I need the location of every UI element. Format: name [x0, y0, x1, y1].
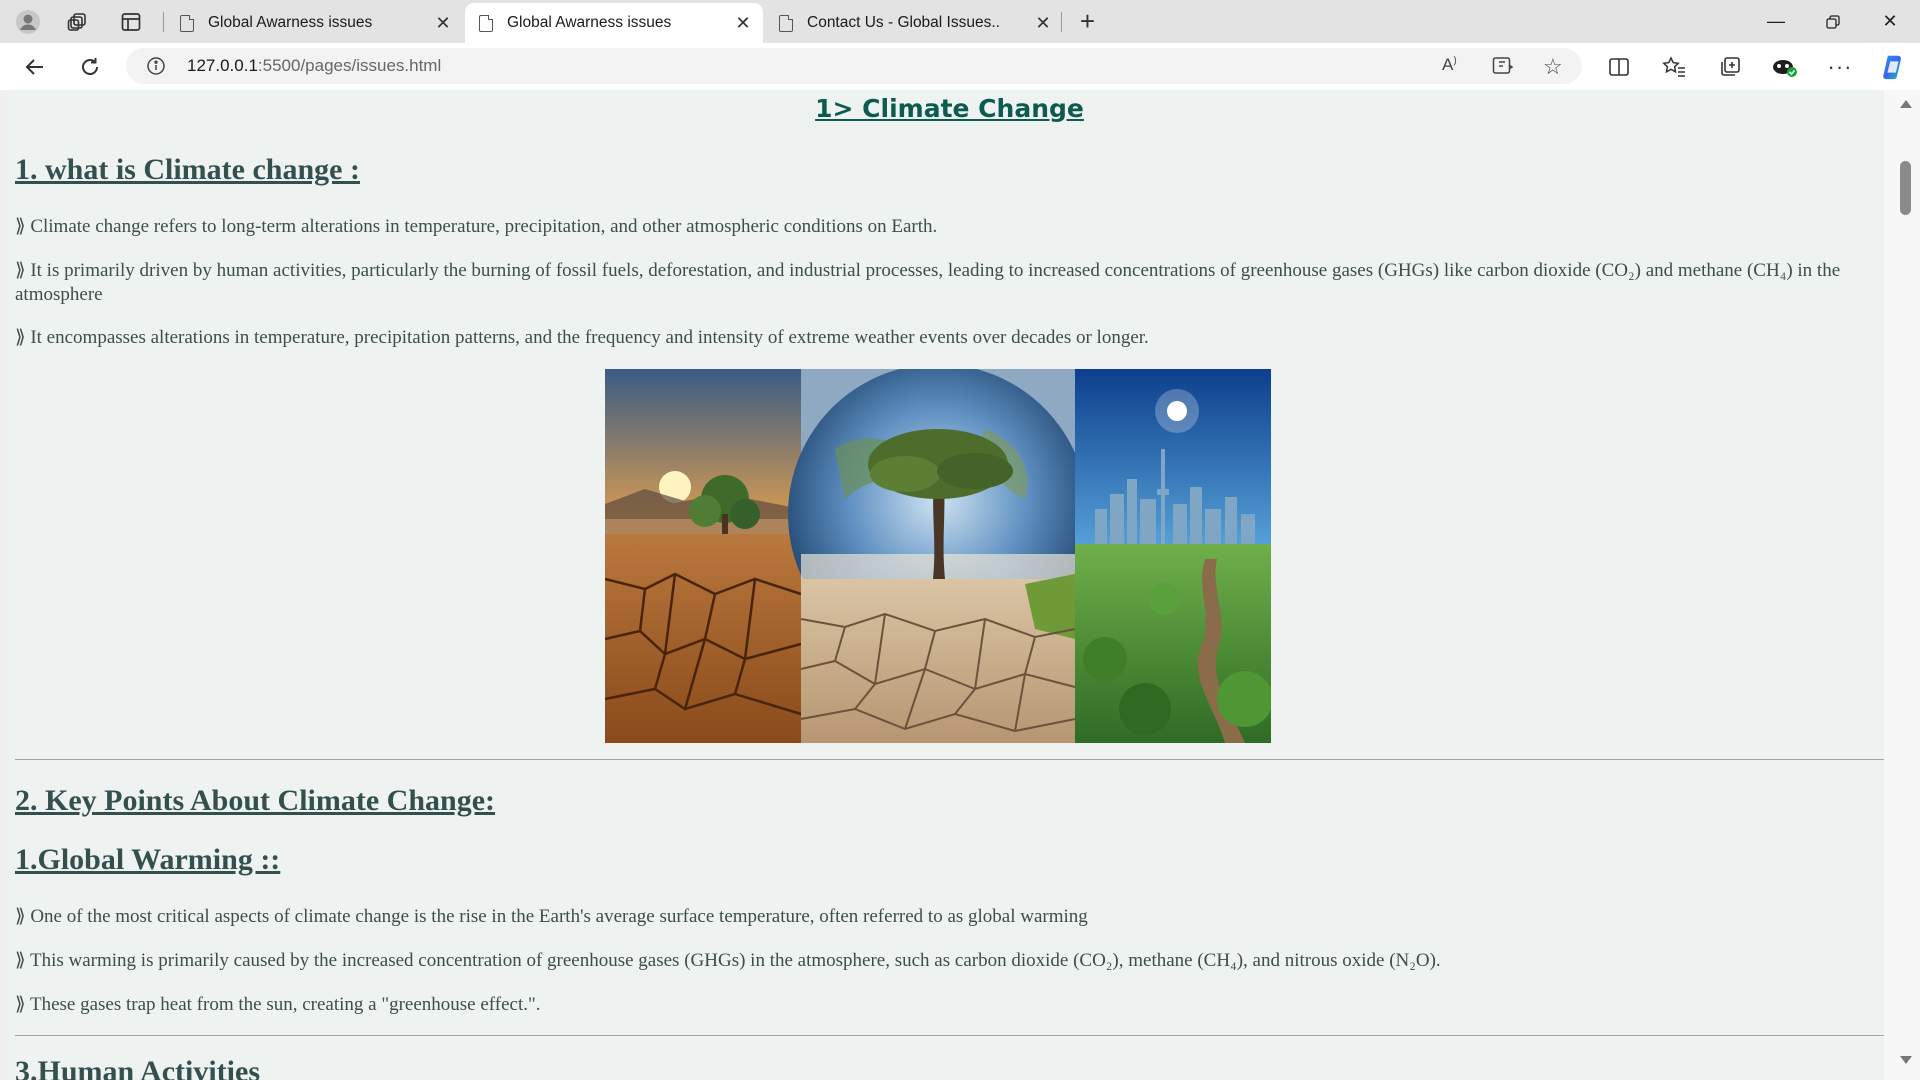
page-icon: [479, 14, 493, 32]
tab-title: Global Awarness issues: [507, 14, 672, 31]
back-icon[interactable]: [21, 53, 49, 81]
address-bar[interactable]: 127.0.0.1:5500/pages/issues.html A) ☆: [126, 48, 1582, 84]
page-icon: [180, 14, 194, 32]
climate-change-image: [605, 369, 1271, 743]
url-path: :5500/pages/issues.html: [257, 56, 442, 75]
tab-title: Global Awarness issues: [208, 14, 373, 31]
issues-page: 1> Climate Change 1. what is Climate cha…: [7, 90, 1884, 1080]
close-tab-icon[interactable]: ✕: [433, 13, 453, 34]
favorite-star-icon[interactable]: ☆: [1543, 54, 1563, 80]
key-points-heading: 2. Key Points About Climate Change:: [15, 784, 495, 817]
page-icon: [779, 14, 793, 32]
tab-contact-us[interactable]: Contact Us - Global Issues.. ✕: [765, 3, 1063, 43]
refresh-icon[interactable]: [76, 53, 104, 81]
what-point: ⟫ It encompasses alterations in temperat…: [15, 327, 1149, 348]
immersive-reader-icon[interactable]: [1492, 56, 1514, 81]
tab-global-awareness-2[interactable]: Global Awarness issues ✕: [465, 3, 763, 43]
warming-point: ⟫ One of the most critical aspects of cl…: [15, 906, 1088, 927]
favorites-icon[interactable]: [1660, 53, 1688, 81]
url-text[interactable]: 127.0.0.1:5500/pages/issues.html: [187, 56, 441, 76]
minimize-icon[interactable]: —: [1748, 0, 1804, 43]
tab-global-awareness-1[interactable]: Global Awarness issues ✕: [166, 3, 463, 43]
climate-collage: [605, 369, 1271, 743]
split-screen-icon[interactable]: [1605, 53, 1633, 81]
read-aloud-icon[interactable]: A): [1442, 55, 1457, 75]
more-options-icon[interactable]: ···: [1826, 53, 1854, 81]
tab-bar: Global Awarness issues ✕ Global Awarness…: [0, 0, 1920, 43]
warming-point: ⟫ These gases trap heat from the sun, cr…: [15, 994, 541, 1015]
tab-separator: [1061, 12, 1062, 32]
warming-point: ⟫ This warming is primarily caused by th…: [15, 950, 1441, 971]
scroll-down-arrow[interactable]: [1900, 1056, 1912, 1064]
close-tab-icon[interactable]: ✕: [1033, 13, 1053, 34]
page-viewport: 1> Climate Change 1. what is Climate cha…: [0, 90, 1920, 1080]
scroll-thumb[interactable]: [1900, 161, 1911, 215]
what-heading: 1. what is Climate change :: [15, 153, 360, 186]
section-divider: [15, 1035, 1884, 1036]
what-point: ⟫ Climate change refers to long-term alt…: [15, 216, 938, 237]
new-tab-icon[interactable]: +: [1074, 6, 1101, 36]
extension-icon[interactable]: [1771, 53, 1799, 81]
global-warming-heading: 1.Global Warming ::: [15, 843, 281, 876]
profile-icon[interactable]: [14, 8, 41, 35]
site-info-icon[interactable]: [146, 56, 166, 81]
restore-icon[interactable]: [1805, 0, 1861, 43]
copilot-icon[interactable]: [1879, 53, 1907, 81]
section-title: 1> Climate Change: [815, 94, 1084, 123]
workspaces-icon[interactable]: [64, 8, 91, 35]
browser-toolbar: 127.0.0.1:5500/pages/issues.html A) ☆ ··…: [0, 43, 1920, 90]
url-host: 127.0.0.1: [187, 56, 258, 75]
section-divider: [15, 759, 1884, 760]
close-tab-icon[interactable]: ✕: [733, 13, 753, 34]
scroll-up-arrow[interactable]: [1900, 100, 1912, 108]
human-activities-heading: 3.Human Activities: [15, 1055, 260, 1080]
what-point: ⟫ It is primarily driven by human activi…: [15, 260, 1841, 305]
tab-separator: [163, 12, 164, 32]
tab-title: Contact Us - Global Issues..: [807, 14, 1000, 31]
collections-icon[interactable]: [1716, 53, 1744, 81]
close-window-icon[interactable]: ✕: [1862, 0, 1918, 43]
vertical-scrollbar[interactable]: [1884, 90, 1920, 1080]
vertical-tabs-icon[interactable]: [117, 8, 144, 35]
